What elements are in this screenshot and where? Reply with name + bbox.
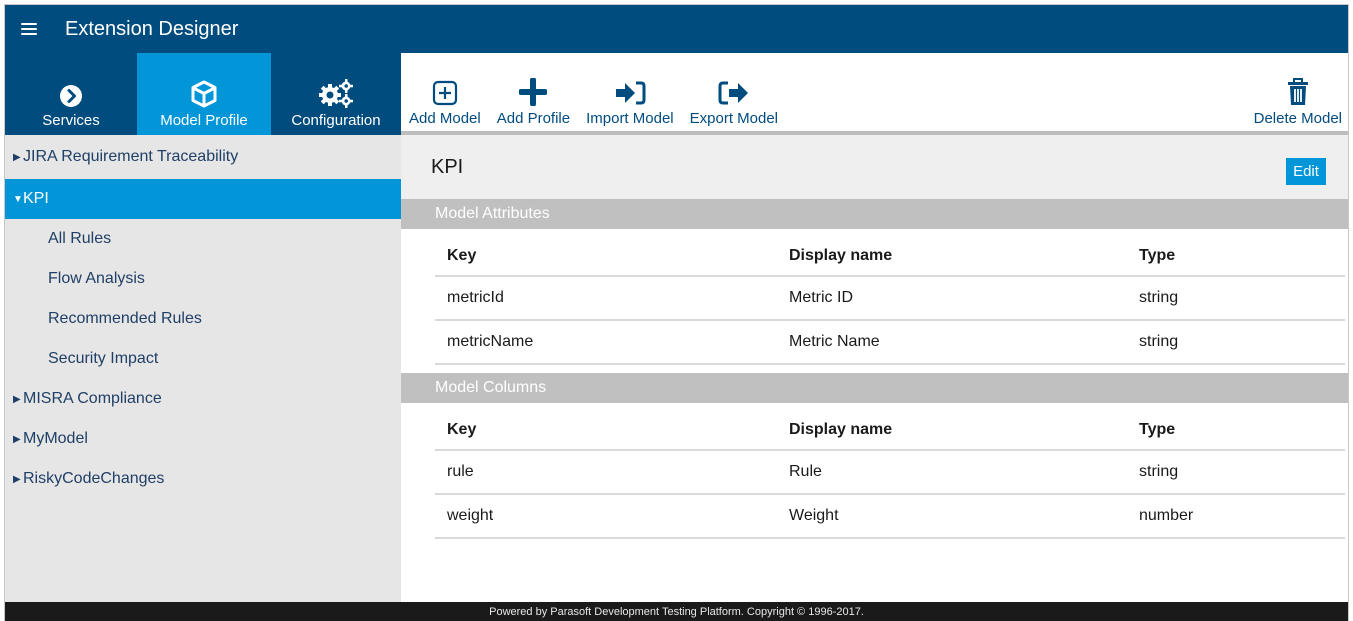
column-header-display-name: Display name — [789, 421, 893, 438]
tree-child-flow-analysis[interactable]: Flow Analysis — [5, 259, 401, 299]
sign-out-icon — [718, 66, 750, 106]
tree-child-recommended-rules[interactable]: Recommended Rules — [5, 299, 401, 339]
column-header-display-name: Display name — [789, 247, 893, 264]
column-header-key: Key — [447, 421, 477, 438]
caret-right-icon: ▶ — [13, 473, 21, 485]
delete-model-label: Delete Model — [1253, 110, 1342, 127]
cell-display-name: Rule — [789, 463, 822, 480]
plus-square-icon — [432, 66, 458, 106]
hamburger-menu-icon[interactable] — [21, 23, 37, 35]
footer: Powered by Parasoft Development Testing … — [5, 602, 1348, 621]
tab-configuration[interactable]: Configuration — [271, 53, 401, 135]
add-model-label: Add Model — [409, 110, 481, 127]
cell-type: string — [1139, 333, 1179, 350]
sign-in-icon — [614, 66, 646, 106]
cube-icon — [191, 68, 217, 108]
page-title: KPI — [431, 155, 464, 178]
table-row: rule Rule string — [435, 451, 1345, 495]
cell-key: weight — [447, 507, 494, 524]
cell-display-name: Metric ID — [789, 289, 853, 306]
table-row: weight Weight number — [435, 495, 1345, 539]
import-model-label: Import Model — [586, 110, 674, 127]
column-header-key: Key — [447, 247, 477, 264]
tree-item-jira-requirement-traceability[interactable]: ▶ JIRA Requirement Traceability — [5, 135, 401, 179]
trash-icon — [1287, 66, 1309, 106]
caret-right-icon: ▶ — [13, 433, 21, 445]
table-header-row: Key Display name Type — [435, 229, 1345, 277]
app-window: Extension Designer Services Model Profil… — [4, 4, 1349, 621]
edit-button[interactable]: Edit — [1286, 158, 1326, 185]
tree-item-label: JIRA Requirement Traceability — [23, 148, 239, 165]
gears-icon — [318, 68, 354, 108]
toolbar-row: Services Model Profile Configuration Add… — [5, 53, 1348, 135]
model-columns-table: Key Display name Type rule Rule string w… — [435, 403, 1345, 539]
chevron-right-circle-icon — [59, 68, 83, 108]
app-header: Extension Designer — [5, 5, 1348, 53]
cell-type: number — [1139, 507, 1194, 524]
cell-type: string — [1139, 463, 1179, 480]
tab-configuration-label: Configuration — [291, 112, 381, 129]
cell-key: metricId — [447, 289, 504, 306]
add-profile-button[interactable]: Add Profile — [489, 53, 578, 131]
tree-item-label: RiskyCodeChanges — [23, 470, 165, 487]
tab-model-profile-label: Model Profile — [160, 112, 248, 129]
tree-child-all-rules[interactable]: All Rules — [5, 219, 401, 259]
cell-type: string — [1139, 289, 1179, 306]
table-header-row: Key Display name Type — [435, 403, 1345, 451]
cell-key: rule — [447, 463, 474, 480]
model-attributes-table: Key Display name Type metricId Metric ID… — [435, 229, 1345, 365]
add-model-button[interactable]: Add Model — [401, 53, 489, 131]
tab-services[interactable]: Services — [5, 53, 137, 135]
tree-item-label: KPI — [23, 190, 49, 207]
export-model-label: Export Model — [689, 110, 779, 127]
model-detail-panel: KPI Edit Model Attributes Key Display na… — [401, 135, 1348, 603]
column-header-type: Type — [1139, 247, 1176, 264]
cell-display-name: Metric Name — [789, 333, 880, 350]
app-title: Extension Designer — [65, 17, 239, 40]
detail-title-bar: KPI Edit — [401, 135, 1348, 199]
caret-down-icon: ▼ — [13, 193, 23, 205]
main-tabs: Services Model Profile Configuration — [5, 53, 401, 135]
export-model-button[interactable]: Export Model — [682, 53, 786, 131]
plus-icon — [519, 66, 548, 106]
model-columns-heading: Model Columns — [401, 373, 1348, 403]
tree-item-mymodel[interactable]: ▶ MyModel — [5, 419, 401, 459]
tree-item-riskycodechanges[interactable]: ▶ RiskyCodeChanges — [5, 459, 401, 499]
caret-right-icon: ▶ — [13, 151, 21, 163]
tree-item-label: MyModel — [23, 430, 88, 447]
table-row: metricId Metric ID string — [435, 277, 1345, 321]
model-tree: ▶ JIRA Requirement Traceability ▼ KPI Al… — [5, 135, 401, 603]
tree-item-label: MISRA Compliance — [23, 390, 162, 407]
import-model-button[interactable]: Import Model — [578, 53, 682, 131]
cell-display-name: Weight — [789, 507, 839, 524]
tree-item-misra-compliance[interactable]: ▶ MISRA Compliance — [5, 379, 401, 419]
column-header-type: Type — [1139, 421, 1176, 438]
caret-right-icon: ▶ — [13, 393, 21, 405]
tree-child-security-impact[interactable]: Security Impact — [5, 339, 401, 379]
add-profile-label: Add Profile — [496, 110, 571, 127]
delete-model-button[interactable]: Delete Model — [1246, 53, 1348, 131]
cell-key: metricName — [447, 333, 534, 350]
tab-services-label: Services — [42, 112, 100, 129]
table-row: metricName Metric Name string — [435, 321, 1345, 365]
action-toolbar: Add Model Add Profile Import Model Expor… — [401, 53, 1348, 135]
tab-model-profile[interactable]: Model Profile — [137, 53, 271, 135]
model-attributes-heading: Model Attributes — [401, 199, 1348, 229]
tree-item-kpi[interactable]: ▼ KPI — [5, 179, 401, 219]
